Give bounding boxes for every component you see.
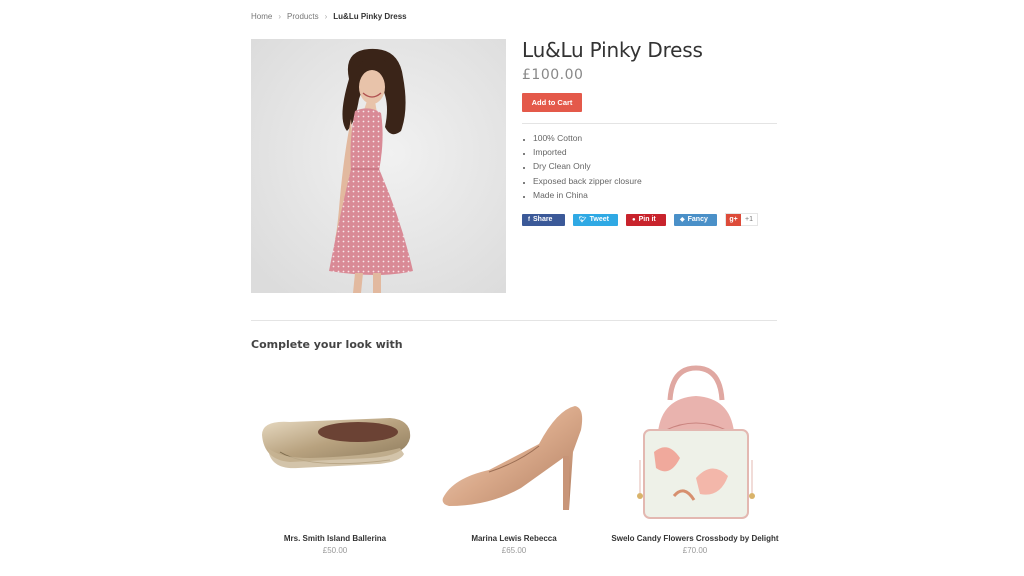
feature-item: 100% Cotton — [533, 132, 642, 146]
related-product-card[interactable]: Marina Lewis Rebecca £65.00 — [429, 360, 599, 560]
product-image[interactable] — [251, 39, 506, 293]
handbag-photo-icon — [610, 360, 780, 525]
twitter-tweet-label: Tweet — [589, 216, 609, 223]
pinterest-icon: ● — [632, 216, 636, 223]
product-title: Lu&Lu Pinky Dress — [522, 38, 703, 62]
breadcrumb-separator: › — [278, 12, 282, 21]
google-plus-icon: g+ — [726, 213, 741, 226]
breadcrumb: Home › Products › Lu&Lu Pinky Dress — [251, 12, 407, 21]
twitter-tweet-button[interactable]: 🐦︎ Tweet — [573, 213, 618, 226]
related-product-name: Mrs. Smith Island Ballerina — [283, 534, 387, 543]
pinterest-pin-label: Pin it — [638, 216, 656, 223]
dress-photo-icon — [251, 39, 506, 293]
add-to-cart-button[interactable]: Add to Cart — [522, 93, 582, 112]
feature-item: Exposed back zipper closure — [533, 175, 642, 189]
breadcrumb-separator: › — [324, 12, 328, 21]
related-product-name: Swelo Candy Flowers Crossbody by Delight — [611, 534, 779, 543]
product-features: 100% Cotton Imported Dry Clean Only Expo… — [533, 132, 642, 203]
feature-item: Made in China — [533, 189, 642, 203]
section-divider — [251, 320, 777, 321]
feature-item: Dry Clean Only — [533, 160, 642, 174]
related-product-card[interactable]: Mrs. Smith Island Ballerina £50.00 — [250, 360, 420, 560]
breadcrumb-current: Lu&Lu Pinky Dress — [333, 12, 407, 21]
pinterest-pin-button[interactable]: ● Pin it — [626, 213, 666, 226]
facebook-share-label: Share — [533, 216, 553, 223]
feature-item: Imported — [533, 146, 642, 160]
fancy-button[interactable]: ◆ Fancy — [674, 213, 717, 226]
facebook-share-button[interactable]: f Share — [522, 213, 565, 226]
related-product-price: £65.00 — [501, 546, 527, 555]
social-share-bar: f Share 🐦︎ Tweet ● Pin it ◆ Fancy g+ +1 — [522, 213, 758, 226]
related-section-title: Complete your look with — [251, 338, 403, 351]
fancy-label: Fancy — [687, 216, 708, 223]
pump-heel-photo-icon — [429, 360, 599, 525]
breadcrumb-home-link[interactable]: Home — [251, 12, 272, 21]
google-plus-count: +1 — [745, 216, 753, 223]
fancy-icon: ◆ — [680, 217, 685, 223]
product-price: £100.00 — [522, 67, 584, 83]
facebook-icon: f — [528, 216, 530, 223]
related-product-card[interactable]: Swelo Candy Flowers Crossbody by Delight… — [610, 360, 780, 560]
related-product-price: £70.00 — [682, 546, 708, 555]
ballet-flats-photo-icon — [250, 360, 420, 525]
related-product-price: £50.00 — [322, 546, 348, 555]
related-product-name: Marina Lewis Rebecca — [471, 534, 557, 543]
google-plus-button[interactable]: g+ +1 — [725, 213, 758, 226]
divider — [522, 123, 777, 124]
twitter-icon: 🐦︎ — [579, 217, 587, 223]
breadcrumb-products-link[interactable]: Products — [287, 12, 319, 21]
